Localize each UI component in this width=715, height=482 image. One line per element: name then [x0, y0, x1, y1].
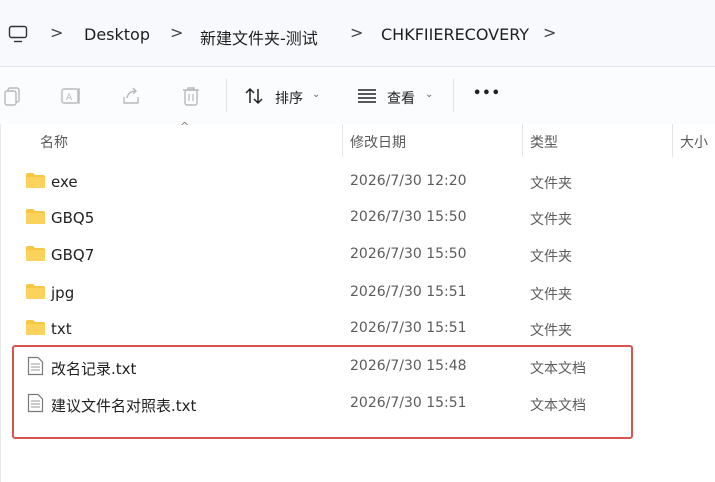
chevron-down-icon: ⌄: [425, 89, 434, 100]
breadcrumb-current-folder[interactable]: CHKFIIERECOVERY: [381, 25, 529, 44]
file-type: 文件夹: [530, 249, 572, 265]
folder-icon: [26, 320, 45, 335]
breadcrumb-desktop[interactable]: Desktop: [84, 25, 150, 44]
breadcrumb-chevron-icon[interactable]: >: [50, 23, 63, 42]
file-type: 文件夹: [530, 323, 572, 339]
column-header-date[interactable]: 修改日期: [350, 132, 406, 152]
file-row[interactable]: jpg 2026/7/30 15:51 文件夹: [0, 274, 715, 310]
file-name: GBQ5: [51, 209, 95, 227]
file-type: 文件夹: [530, 176, 572, 192]
breadcrumb-chevron-icon[interactable]: >: [350, 23, 363, 42]
file-name: jpg: [51, 284, 75, 302]
file-name: GBQ7: [51, 246, 95, 264]
column-header-size[interactable]: 大小: [680, 132, 708, 152]
address-bar[interactable]: > Desktop > 新建文件夹-测试 > CHKFIIERECOVERY >: [0, 0, 715, 67]
view-button[interactable]: 查看 ⌄: [357, 86, 437, 107]
breadcrumb-chevron-icon[interactable]: >: [543, 23, 556, 42]
toolbar-divider: [226, 79, 227, 112]
file-type: 文件夹: [530, 212, 572, 228]
more-options-button[interactable]: •••: [473, 86, 501, 106]
this-pc-icon[interactable]: [8, 25, 28, 43]
column-divider[interactable]: [672, 124, 673, 157]
rename-icon[interactable]: A: [60, 85, 82, 107]
file-date: 2026/7/30 15:50: [350, 209, 467, 225]
command-bar: A 排序 ⌄ 查看 ⌄ •••: [0, 67, 715, 125]
file-date: 2026/7/30 15:51: [350, 284, 467, 300]
annotation-highlight-box: [12, 345, 633, 439]
folder-icon: [26, 284, 45, 299]
sort-icon: [245, 87, 263, 105]
folder-icon: [26, 173, 45, 188]
file-name: txt: [51, 320, 72, 338]
view-label: 查看: [387, 91, 415, 107]
file-row[interactable]: GBQ5 2026/7/30 15:50 文件夹: [0, 199, 715, 235]
column-header-type[interactable]: 类型: [530, 132, 558, 152]
sort-button[interactable]: 排序 ⌄: [244, 86, 324, 107]
breadcrumb-chevron-icon[interactable]: >: [170, 23, 183, 42]
file-row[interactable]: txt 2026/7/30 15:51 文件夹: [0, 310, 715, 346]
folder-icon: [26, 209, 45, 224]
file-row[interactable]: GBQ7 2026/7/30 15:50 文件夹: [0, 236, 715, 272]
toolbar-divider: [453, 79, 454, 112]
file-date: 2026/7/30 12:20: [350, 173, 467, 189]
column-divider[interactable]: [522, 124, 523, 157]
delete-icon[interactable]: [180, 85, 202, 107]
file-name: exe: [51, 173, 78, 191]
column-divider[interactable]: [342, 124, 343, 157]
svg-text:A: A: [66, 93, 73, 103]
column-header: ^ 名称 修改日期 类型 大小: [0, 120, 715, 158]
file-row[interactable]: exe 2026/7/30 12:20 文件夹: [0, 163, 715, 199]
file-date: 2026/7/30 15:51: [350, 320, 467, 336]
breadcrumb-parent-folder[interactable]: 新建文件夹-测试: [200, 25, 318, 49]
column-header-name[interactable]: 名称: [40, 132, 68, 152]
share-icon[interactable]: [120, 85, 142, 107]
chevron-down-icon: ⌄: [312, 89, 321, 100]
sort-ascending-icon: ^: [180, 120, 190, 133]
file-type: 文件夹: [530, 287, 572, 303]
view-icon: [358, 89, 376, 103]
folder-icon: [26, 246, 45, 261]
copy-icon[interactable]: [2, 85, 24, 107]
sort-label: 排序: [275, 91, 303, 107]
file-date: 2026/7/30 15:50: [350, 246, 467, 262]
